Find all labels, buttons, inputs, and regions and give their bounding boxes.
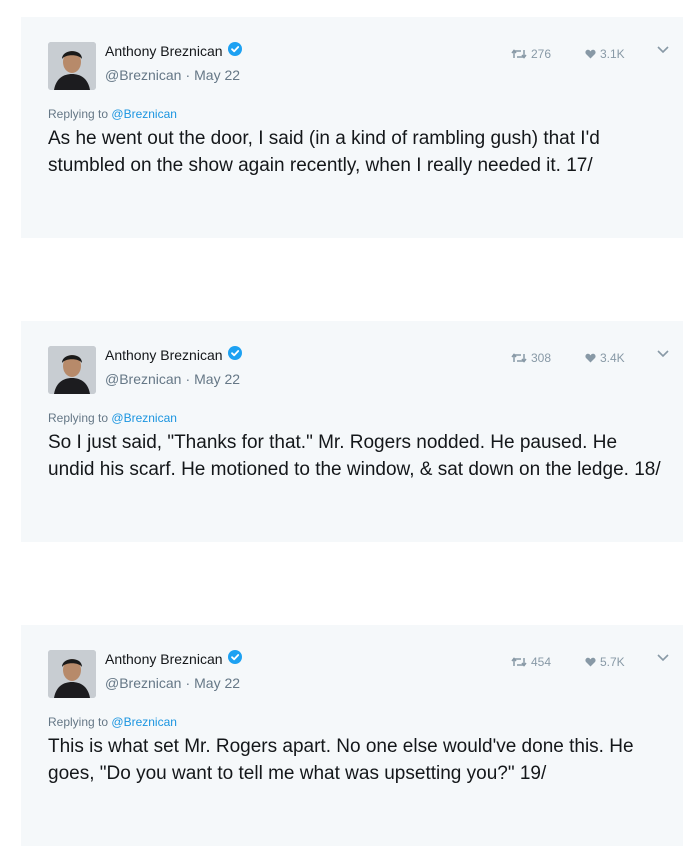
replying-label: Replying to — [48, 715, 109, 729]
retweet-button[interactable]: 308 — [511, 351, 551, 365]
retweet-icon — [511, 657, 527, 667]
like-count: 3.4K — [600, 351, 625, 365]
like-button[interactable]: 3.1K — [585, 47, 625, 61]
tweet-text: So I just said, "Thanks for that." Mr. R… — [48, 432, 661, 480]
verified-badge-icon — [228, 42, 242, 56]
replying-to-line: Replying to @Breznican — [48, 715, 177, 729]
retweet-icon — [511, 353, 527, 363]
tweet-date[interactable]: May 22 — [194, 371, 240, 387]
replying-to-line: Replying to @Breznican — [48, 107, 177, 121]
retweet-button[interactable]: 454 — [511, 655, 551, 669]
tweet-text: This is what set Mr. Rogers apart. No on… — [48, 736, 634, 784]
chevron-down-icon[interactable] — [656, 349, 670, 359]
tweet-card[interactable]: Anthony Breznican @Breznican · May 22 454 … — [21, 625, 683, 846]
replying-to-link[interactable]: @Breznican — [111, 411, 177, 425]
heart-icon — [585, 49, 596, 59]
author-name[interactable]: Anthony Breznican — [105, 347, 223, 363]
like-button[interactable]: 5.7K — [585, 655, 625, 669]
chevron-down-icon[interactable] — [656, 653, 670, 663]
avatar[interactable] — [48, 42, 96, 90]
separator-dot: · — [185, 67, 191, 83]
separator-dot: · — [185, 675, 191, 691]
author-handle[interactable]: @Breznican — [105, 371, 181, 387]
retweet-count: 454 — [531, 655, 552, 669]
author-name[interactable]: Anthony Breznican — [105, 651, 223, 667]
tweet-card[interactable]: Anthony Breznican @Breznican · May 22 308 … — [21, 321, 683, 542]
replying-to-line: Replying to @Breznican — [48, 411, 177, 425]
replying-label: Replying to — [48, 411, 109, 425]
tweet-date[interactable]: May 22 — [194, 67, 240, 83]
author-handle[interactable]: @Breznican — [105, 67, 181, 83]
verified-badge-icon — [228, 346, 242, 360]
like-count: 5.7K — [600, 655, 625, 669]
replying-to-link[interactable]: @Breznican — [111, 715, 177, 729]
chevron-down-icon[interactable] — [656, 45, 670, 55]
author-name[interactable]: Anthony Breznican — [105, 43, 223, 59]
retweet-count: 276 — [531, 47, 552, 61]
handle-date-line: @Breznican · May 22 — [105, 675, 240, 691]
replying-to-link[interactable]: @Breznican — [111, 107, 177, 121]
avatar[interactable] — [48, 650, 96, 698]
author-handle[interactable]: @Breznican — [105, 675, 181, 691]
avatar[interactable] — [48, 346, 96, 394]
heart-icon — [585, 353, 596, 363]
replying-label: Replying to — [48, 107, 109, 121]
verified-badge-icon — [228, 650, 242, 664]
heart-icon — [585, 657, 596, 667]
like-count: 3.1K — [600, 47, 625, 61]
retweet-button[interactable]: 276 — [511, 47, 551, 61]
retweet-count: 308 — [531, 351, 552, 365]
tweet-card[interactable]: Anthony Breznican @Breznican · May 22 276 … — [21, 17, 683, 238]
handle-date-line: @Breznican · May 22 — [105, 67, 240, 83]
handle-date-line: @Breznican · May 22 — [105, 371, 240, 387]
separator-dot: · — [185, 371, 191, 387]
tweet-text: As he went out the door, I said (in a ki… — [48, 128, 600, 176]
like-button[interactable]: 3.4K — [585, 351, 625, 365]
retweet-icon — [511, 49, 527, 59]
tweet-date[interactable]: May 22 — [194, 675, 240, 691]
